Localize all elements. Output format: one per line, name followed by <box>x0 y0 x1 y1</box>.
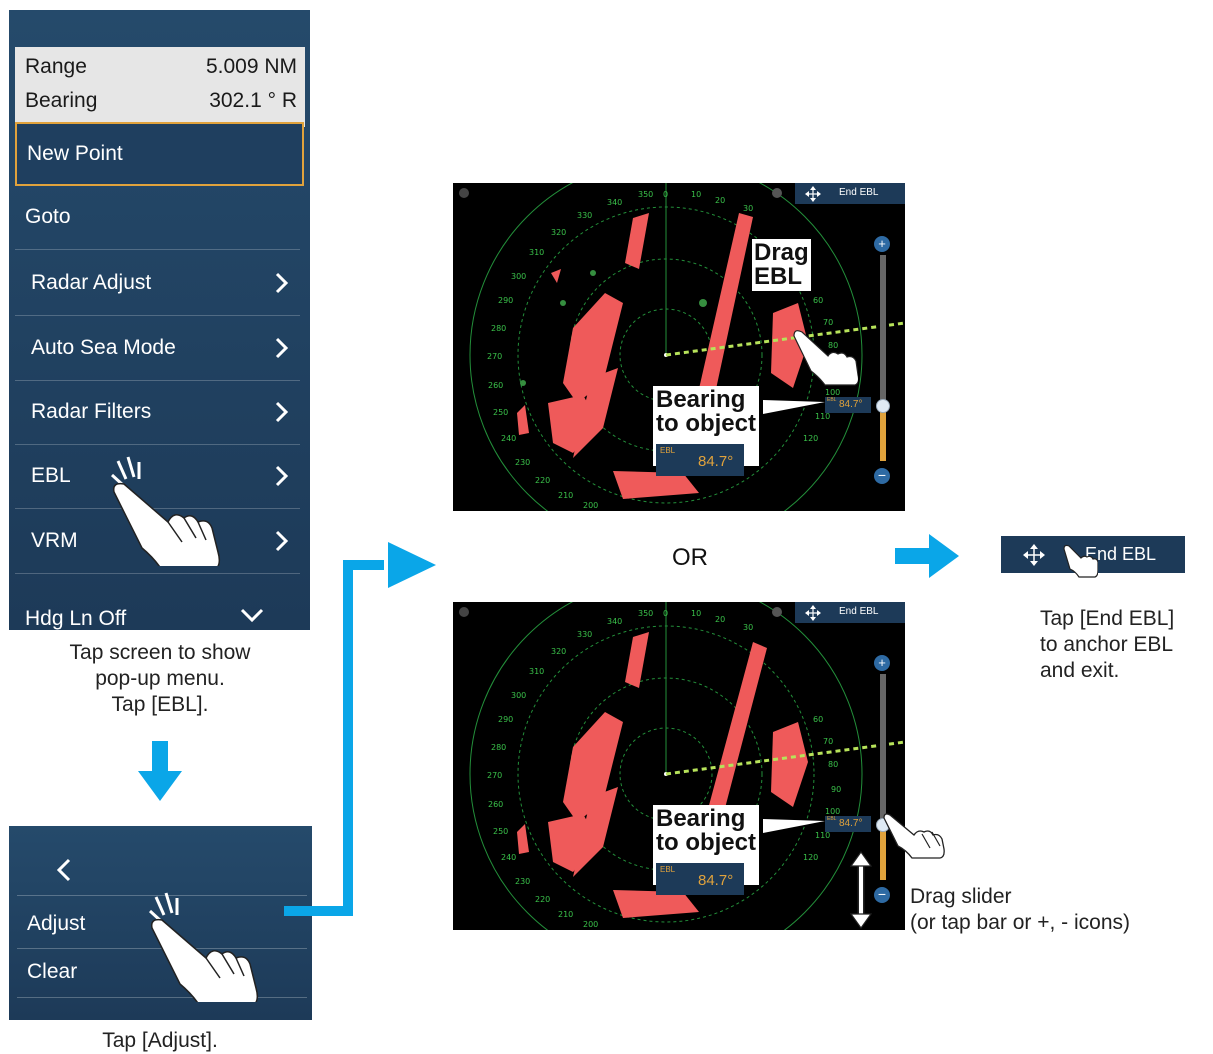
plus-icon[interactable]: + <box>874 236 890 252</box>
svg-text:350: 350 <box>638 190 653 199</box>
svg-text:30: 30 <box>743 623 753 632</box>
svg-text:20: 20 <box>715 615 725 624</box>
svg-text:90: 90 <box>831 785 841 794</box>
svg-text:30: 30 <box>743 204 753 213</box>
svg-text:290: 290 <box>498 296 513 305</box>
svg-text:10: 10 <box>691 190 701 199</box>
chevron-right-icon <box>275 337 289 359</box>
caption-slider: Drag slider (or tap bar or +, - icons) <box>910 885 1130 934</box>
menu-item-goto[interactable]: Goto <box>15 185 300 250</box>
svg-text:310: 310 <box>529 248 544 257</box>
svg-text:0: 0 <box>663 190 668 199</box>
caption-step2: Tap [Adjust]. <box>102 1029 218 1052</box>
svg-text:240: 240 <box>501 853 516 862</box>
ebl-slider-handle[interactable] <box>876 399 890 413</box>
svg-text:310: 310 <box>529 667 544 676</box>
svg-text:270: 270 <box>487 352 502 361</box>
svg-text:10: 10 <box>691 609 701 618</box>
svg-text:220: 220 <box>535 476 550 485</box>
svg-text:80: 80 <box>828 760 838 769</box>
svg-text:210: 210 <box>558 491 573 500</box>
svg-text:350: 350 <box>638 609 653 618</box>
range-label: Range <box>25 55 87 78</box>
caption-step1: Tap screen to show pop-up menu. Tap [EBL… <box>69 641 251 716</box>
submenu-item-adjust[interactable]: Adjust <box>27 912 85 936</box>
drag-hand-icon <box>793 330 858 386</box>
svg-text:300: 300 <box>511 272 526 281</box>
svg-text:120: 120 <box>803 853 818 862</box>
minus-icon[interactable]: − <box>874 887 890 903</box>
svg-text:320: 320 <box>551 647 566 656</box>
svg-text:20: 20 <box>715 196 725 205</box>
svg-text:70: 70 <box>823 318 833 327</box>
end-ebl-button[interactable]: End EBL <box>795 602 905 623</box>
menu-item-radar-filters[interactable]: Radar Filters <box>15 380 300 445</box>
svg-text:300: 300 <box>511 691 526 700</box>
ebl-slider-track[interactable] <box>880 674 886 822</box>
arrow-right-icon <box>895 534 959 578</box>
svg-text:280: 280 <box>491 743 506 752</box>
radar-display-bottom[interactable]: 350 0 10 20 30 60 70 80 90 100 110 120 2… <box>453 602 905 930</box>
svg-text:340: 340 <box>607 198 622 207</box>
arrow-connector-icon <box>284 542 436 916</box>
plus-icon[interactable]: + <box>874 655 890 671</box>
svg-text:290: 290 <box>498 715 513 724</box>
range-bearing-readout: Range 5.009 NM Bearing 302.1 ° R <box>15 47 305 127</box>
svg-text:200: 200 <box>583 501 598 510</box>
chevron-right-icon <box>275 465 289 487</box>
svg-text:220: 220 <box>535 895 550 904</box>
svg-text:250: 250 <box>493 827 508 836</box>
svg-text:270: 270 <box>487 771 502 780</box>
svg-text:330: 330 <box>577 630 592 639</box>
tap-hand-icon <box>110 456 221 566</box>
submenu-item-clear[interactable]: Clear <box>27 960 77 984</box>
tap-hand-icon <box>1063 544 1098 578</box>
svg-text:320: 320 <box>551 228 566 237</box>
svg-text:240: 240 <box>501 434 516 443</box>
range-value: 5.009 NM <box>205 55 297 78</box>
move-arrows-icon <box>805 186 821 202</box>
move-arrows-icon <box>805 605 821 621</box>
svg-text:340: 340 <box>607 617 622 626</box>
chevron-down-icon[interactable] <box>239 606 265 624</box>
radar-display-top[interactable]: 350 0 10 20 30 60 70 80 90 100 110 120 2… <box>453 183 905 511</box>
svg-text:230: 230 <box>515 458 530 467</box>
chevron-left-icon[interactable] <box>55 858 73 882</box>
end-ebl-button[interactable]: End EBL <box>795 183 905 204</box>
up-down-arrow-icon <box>849 850 873 930</box>
svg-text:60: 60 <box>813 296 823 305</box>
minus-icon[interactable]: − <box>874 468 890 484</box>
svg-text:200: 200 <box>583 920 598 929</box>
svg-text:280: 280 <box>491 324 506 333</box>
callout-drag-ebl: Drag EBL <box>752 239 811 291</box>
menu-item-radar-adjust[interactable]: Radar Adjust <box>15 251 300 316</box>
ebl-readout: EBL 84.7° <box>656 863 744 895</box>
svg-text:260: 260 <box>488 800 503 809</box>
svg-text:260: 260 <box>488 381 503 390</box>
svg-text:60: 60 <box>813 715 823 724</box>
menu-item-new-point[interactable]: New Point <box>15 122 304 186</box>
or-label: OR <box>672 544 708 571</box>
ebl-readout: EBL 84.7° <box>656 444 744 476</box>
menu-item-auto-sea-mode[interactable]: Auto Sea Mode <box>15 316 300 381</box>
bearing-label: Bearing <box>25 89 98 112</box>
caption-end: Tap [End EBL] to anchor EBL and exit. <box>1040 607 1175 682</box>
svg-text:250: 250 <box>493 408 508 417</box>
bearing-value: 302.1 ° R <box>209 89 297 112</box>
svg-text:120: 120 <box>803 434 818 443</box>
arrow-down-icon <box>138 741 182 801</box>
chevron-right-icon <box>275 272 289 294</box>
svg-text:0: 0 <box>663 609 668 618</box>
svg-text:210: 210 <box>558 910 573 919</box>
move-arrows-icon <box>1023 544 1045 566</box>
svg-text:70: 70 <box>823 737 833 746</box>
chevron-right-icon <box>275 401 289 423</box>
svg-text:330: 330 <box>577 211 592 220</box>
svg-text:230: 230 <box>515 877 530 886</box>
ebl-slider-track[interactable] <box>880 255 886 403</box>
drag-hand-icon <box>883 813 945 859</box>
tap-hand-icon <box>148 892 259 1002</box>
